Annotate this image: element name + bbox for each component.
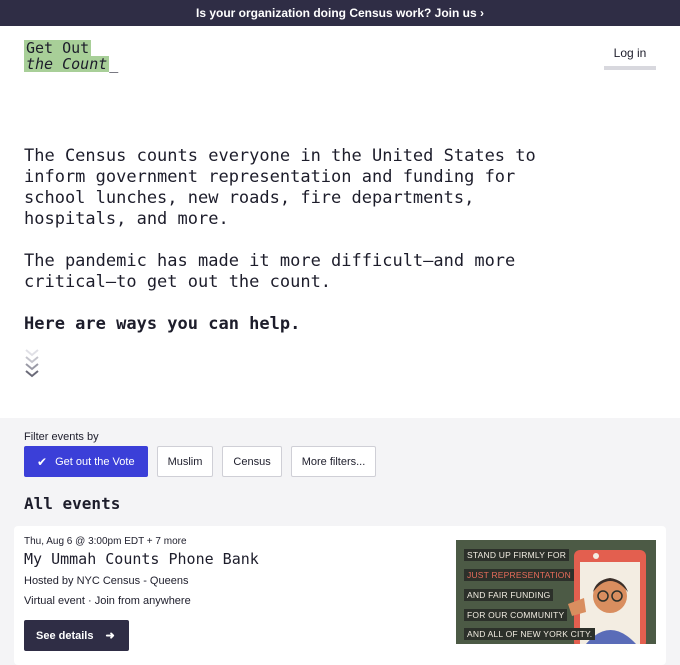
filter-chip-label: More filters... [301, 455, 366, 468]
event-host: Hosted by NYC Census - Queens [24, 575, 189, 587]
hero-text: The Census counts everyone in the United… [24, 146, 554, 356]
filter-chip-label: Get out the Vote [55, 455, 135, 468]
arrow-right-icon: ➜ [105, 630, 115, 642]
event-image[interactable]: STAND UP FIRMLY FOR JUST REPRESENTATION … [456, 540, 656, 644]
filter-chip-get-out-the-vote[interactable]: ✔ Get out the Vote [24, 446, 148, 477]
logo-cursor: _ [109, 55, 119, 73]
filter-chip-census[interactable]: Census [222, 446, 282, 477]
site-logo[interactable]: Get Out the Count _ [24, 40, 118, 72]
announcement-banner[interactable]: Is your organization doing Census work? … [0, 0, 680, 26]
logo-line-1: Get Out [24, 39, 92, 57]
hero-paragraph-1: The Census counts everyone in the United… [24, 146, 536, 229]
image-text-line: AND FAIR FUNDING [464, 589, 554, 601]
login-link[interactable]: Log in [604, 46, 656, 70]
filter-chip-label: Census [233, 455, 271, 468]
check-icon: ✔ [37, 454, 48, 469]
more-filters-button[interactable]: More filters... [290, 446, 377, 477]
event-date: Thu, Aug 6 @ 3:00pm EDT + 7 more [24, 536, 187, 547]
see-details-button[interactable]: See details ➜ [24, 620, 129, 651]
hero-cta: Here are ways you can help. [24, 314, 301, 334]
announcement-banner-text: Is your organization doing Census work? … [195, 6, 485, 20]
all-events-heading: All events [24, 494, 121, 513]
event-location: Virtual event · Join from anywhere [24, 595, 191, 607]
see-details-label: See details [36, 629, 94, 642]
chevron-down-icon[interactable] [24, 348, 40, 378]
filter-chip-label: Muslim [167, 455, 203, 468]
image-text-line: JUST REPRESENTATION [464, 569, 574, 581]
image-text-line: AND ALL OF NEW YORK CITY. [464, 628, 596, 640]
filter-label: Filter events by [24, 431, 99, 443]
filter-chips: ✔ Get out the Vote Muslim Census More fi… [24, 446, 377, 477]
image-text-line: STAND UP FIRMLY FOR [464, 549, 570, 561]
filter-chip-muslim[interactable]: Muslim [156, 446, 214, 477]
hero-paragraph-2: The pandemic has made it more difficult—… [24, 251, 516, 292]
logo-line-2: the Count [24, 55, 110, 73]
event-title[interactable]: My Ummah Counts Phone Bank [24, 550, 259, 568]
image-text-line: FOR OUR COMMUNITY [464, 609, 568, 621]
